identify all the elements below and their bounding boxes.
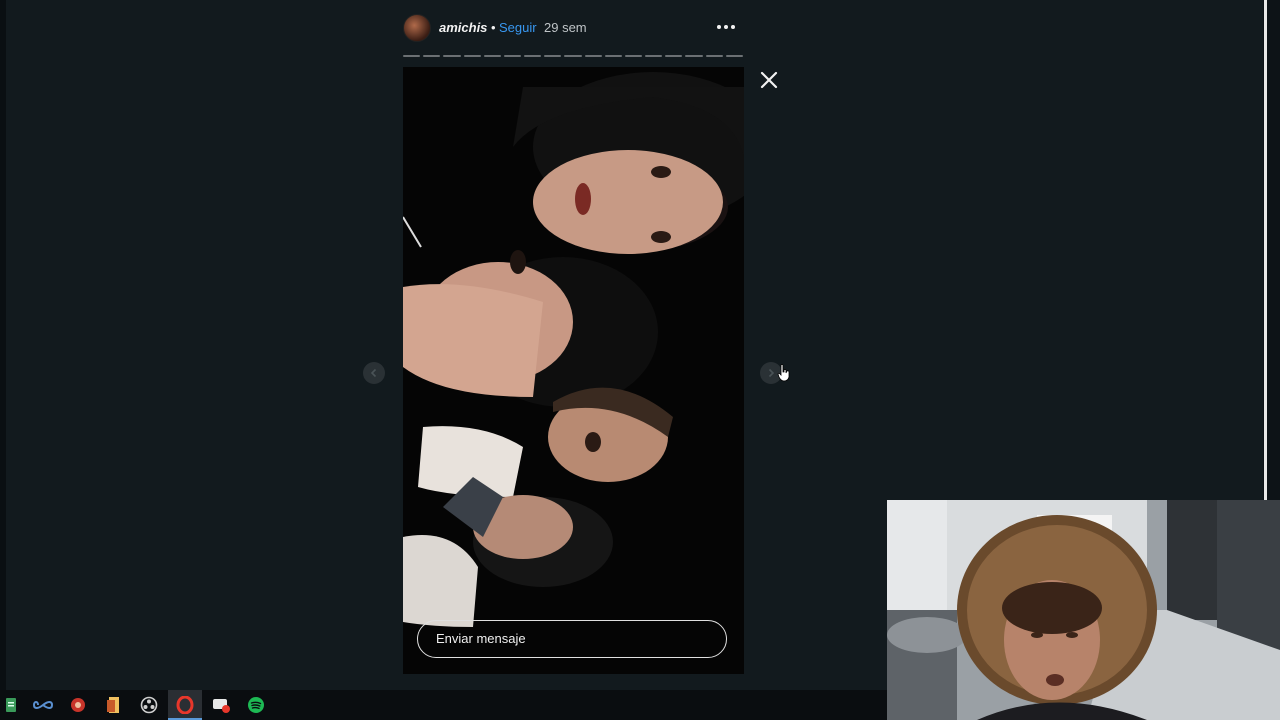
chevron-right-icon [768,368,775,378]
story-timestamp: 29 sem [544,20,587,35]
progress-segment [725,55,743,57]
story-viewer[interactable]: Enviar mensaje [403,67,744,674]
progress-segment [624,55,643,57]
previous-story-button[interactable] [363,362,385,384]
close-icon[interactable] [758,69,780,91]
progress-segment [584,55,602,57]
story-progress-bar [403,55,743,57]
progress-segment [403,55,421,57]
story-photo [403,67,744,674]
taskbar-app-file-icon[interactable] [0,690,28,720]
progress-segment [685,55,703,57]
taskbar [0,690,888,720]
more-options-icon[interactable] [713,14,739,40]
taskbar-app-chat-icon[interactable] [204,690,238,720]
progress-segment [463,55,481,57]
progress-segment [564,55,582,57]
webcam-overlay [887,500,1280,720]
hand-cursor-icon [777,364,790,382]
progress-segment [524,55,542,57]
story-header: amichis • Seguir 29 sem [403,12,743,44]
story-username[interactable]: amichis [439,20,487,35]
progress-segment [483,55,501,57]
progress-segment [503,55,522,57]
progress-segment [443,55,461,57]
chevron-left-icon [370,368,377,378]
progress-segment [423,55,441,57]
follow-button[interactable]: Seguir [499,20,537,35]
window-scrollbar[interactable] [1264,0,1267,500]
progress-segment [544,55,562,57]
progress-segment [604,55,622,57]
progress-segment [665,55,683,57]
taskbar-app-opera-icon[interactable] [168,690,202,720]
taskbar-app-spotify-icon[interactable] [239,690,273,720]
taskbar-app-red-icon[interactable] [61,690,95,720]
progress-segment [645,55,663,57]
taskbar-app-obs-icon[interactable] [132,690,166,720]
progress-segment [705,55,723,57]
avatar[interactable] [403,14,431,42]
taskbar-app-document-icon[interactable] [97,690,131,720]
left-edge-strip [0,0,6,690]
taskbar-app-infinity-icon[interactable] [26,690,60,720]
separator-dot: • [491,20,496,35]
reply-input[interactable]: Enviar mensaje [417,620,727,658]
